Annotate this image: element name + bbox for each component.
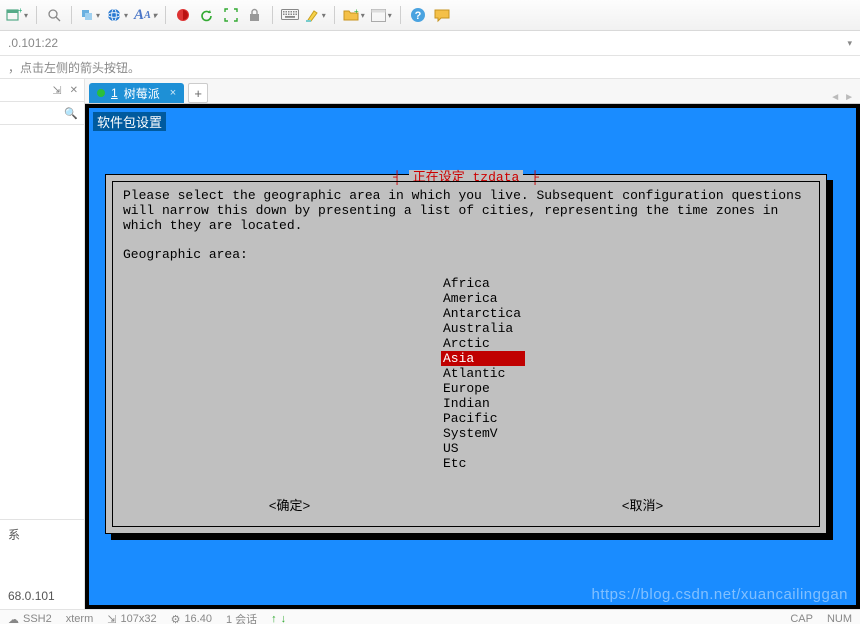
side-ip-label: 68.0.101 [8, 589, 55, 603]
terminal-bg: 软件包设置 ┤ 正在设定 tzdata ├ Please select the … [89, 108, 856, 605]
tab-active[interactable]: 1 树莓派 × [89, 83, 184, 103]
font-icon[interactable]: AA▾ [134, 6, 157, 24]
geo-option-us[interactable]: US [441, 441, 809, 456]
search-icon[interactable] [45, 6, 63, 24]
status-bar: ☁ SSH2 xterm ⇲ 107x32 ⚙ 16.40 1 会话 ↑ ↓ C… [0, 609, 860, 624]
tab-strip: 1 树莓派 × + ◄ ► [85, 79, 860, 104]
status-size: ⇲ 107x32 [107, 613, 156, 624]
record-icon[interactable] [174, 6, 192, 24]
status-net: ↑ ↓ [271, 613, 286, 624]
side-panel: ⇲ ✕ 🔍 系 68.0.101 [0, 79, 85, 609]
tab-index: 1 [111, 86, 118, 100]
side-sessions-item[interactable]: 系 [0, 520, 84, 549]
geo-option-atlantic[interactable]: Atlantic [441, 366, 809, 381]
geo-option-antarctica[interactable]: Antarctica [441, 306, 809, 321]
side-ip-item[interactable]: 68.0.101 [0, 583, 84, 609]
side-sessions-label: 系 [8, 528, 20, 542]
folder-icon[interactable]: + ▾ [343, 6, 365, 24]
geographic-area-list[interactable]: AfricaAmericaAntarcticaAustraliaArcticAs… [123, 276, 809, 471]
status-session: 1 会话 [226, 611, 257, 624]
tab-next-icon[interactable]: ► [844, 92, 854, 103]
status-num: NUM [827, 613, 852, 624]
new-session-icon[interactable]: + ▾ [6, 6, 28, 24]
content-area: 1 树莓派 × + ◄ ► 软件包设置 ┤ 正在设定 tzdata ├ Plea… [85, 79, 860, 609]
package-title: 软件包设置 [93, 112, 166, 131]
geo-option-africa[interactable]: Africa [441, 276, 809, 291]
main-toolbar: + ▾ ▾ ▾ AA▾ ▾ + ▾ ▾ ? [0, 0, 860, 31]
geo-option-systemv[interactable]: SystemV [441, 426, 809, 441]
status-proto: ☁ SSH2 [8, 613, 52, 624]
help-icon[interactable]: ? [409, 6, 427, 24]
address-text: .0.101:22 [8, 36, 58, 50]
svg-text:?: ? [414, 10, 421, 22]
svg-text:+: + [18, 7, 22, 15]
side-panel-header: ⇲ ✕ [0, 79, 84, 102]
dialog-buttons: <确定> <取消> [113, 495, 819, 514]
tab-prev-icon[interactable]: ◄ [830, 92, 840, 103]
geo-option-arctic[interactable]: Arctic [441, 336, 809, 351]
watermark: https://blog.csdn.net/xuancailinggan [592, 586, 849, 603]
search-icon: 🔍 [64, 107, 78, 120]
geo-option-asia[interactable]: Asia [441, 351, 809, 366]
tzdata-dialog: ┤ 正在设定 tzdata ├ Please select the geogra… [105, 174, 827, 534]
chat-icon[interactable] [433, 6, 451, 24]
geo-option-australia[interactable]: Australia [441, 321, 809, 336]
status-caps: CAP [790, 613, 813, 624]
geo-option-etc[interactable]: Etc [441, 456, 809, 471]
globe-icon[interactable]: ▾ [106, 6, 128, 24]
close-icon[interactable]: ✕ [70, 85, 78, 96]
side-search[interactable]: 🔍 [0, 102, 84, 125]
lock-icon[interactable] [246, 6, 264, 24]
highlighter-icon[interactable]: ▾ [305, 6, 326, 24]
geo-option-america[interactable]: America [441, 291, 809, 306]
terminal[interactable]: 软件包设置 ┤ 正在设定 tzdata ├ Please select the … [85, 104, 860, 609]
copy-icon[interactable]: ▾ [80, 6, 100, 24]
status-fx: ⚙ 16.40 [171, 613, 212, 624]
dialog-instruction: Please select the geographic area in whi… [123, 188, 809, 233]
add-tab-button[interactable]: + [188, 83, 208, 103]
connection-dot-icon [97, 89, 105, 97]
tab-close-icon[interactable]: × [170, 87, 176, 99]
plus-icon: + [194, 86, 202, 101]
hint-bar: ，点击左侧的箭头按钮。 [0, 56, 860, 79]
fullscreen-icon[interactable] [222, 6, 240, 24]
svg-text:+: + [354, 8, 359, 16]
keyboard-icon[interactable] [281, 6, 299, 24]
status-term: xterm [66, 613, 94, 624]
pin-icon[interactable]: ⇲ [52, 84, 61, 97]
geo-option-indian[interactable]: Indian [441, 396, 809, 411]
refresh-icon[interactable] [198, 6, 216, 24]
window-icon[interactable]: ▾ [371, 6, 392, 24]
dialog-field-label: Geographic area: [123, 247, 809, 262]
geo-option-pacific[interactable]: Pacific [441, 411, 809, 426]
geo-option-europe[interactable]: Europe [441, 381, 809, 396]
tab-nav: ◄ ► [830, 92, 860, 103]
tab-title: 树莓派 [124, 85, 160, 102]
address-bar[interactable]: .0.101:22 ▾ [0, 31, 860, 56]
hint-text: ，点击左侧的箭头按钮。 [8, 59, 140, 76]
ok-button[interactable]: <确定> [113, 495, 466, 514]
main-split: ⇲ ✕ 🔍 系 68.0.101 1 树莓派 × + [0, 79, 860, 609]
address-dropdown-icon[interactable]: ▾ [847, 38, 852, 49]
cancel-button[interactable]: <取消> [466, 495, 819, 514]
